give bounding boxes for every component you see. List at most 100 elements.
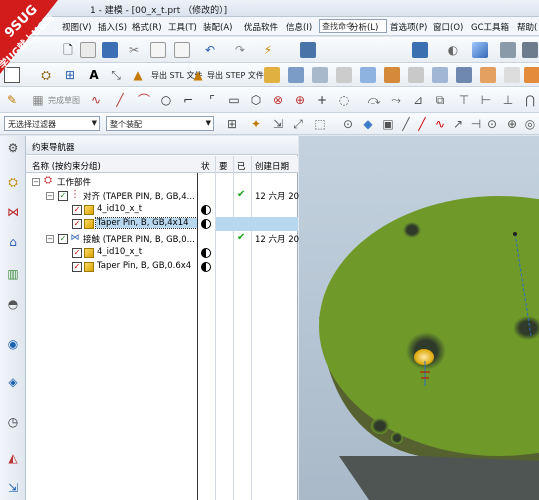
component-icon[interactable]: ⊞	[62, 67, 78, 83]
extend-icon[interactable]: ⤳	[388, 92, 404, 108]
tree-row-component[interactable]: ✓ 4_id10_x_t	[26, 203, 298, 217]
checkbox-checked-icon[interactable]: ✓	[72, 205, 82, 215]
clock-icon[interactable]: ◷	[5, 414, 21, 430]
measure-icon[interactable]: ⤡	[108, 67, 124, 83]
select-features-icon[interactable]: ✦	[248, 116, 264, 132]
column-name[interactable]: 名称 (按约束分组)	[32, 160, 101, 172]
paste-icon[interactable]	[174, 42, 190, 58]
menu-premium-software[interactable]: 优品软件	[244, 21, 278, 33]
sphere-icon[interactable]	[480, 67, 496, 83]
block-icon[interactable]	[408, 67, 424, 83]
color-icon[interactable]	[524, 67, 539, 83]
tree-row-component[interactable]: ✓ 4_id10_x_t	[26, 246, 298, 260]
layer-icon[interactable]	[500, 42, 516, 58]
checkbox-checked-icon[interactable]: ✓	[58, 191, 68, 201]
export-step-icon[interactable]: ▲	[190, 67, 206, 83]
rect-select-icon[interactable]: ⬚	[312, 116, 328, 132]
checkbox-checked-icon[interactable]: ✓	[58, 234, 68, 244]
collapse-icon[interactable]: −	[46, 235, 54, 243]
toolbar-options-icon[interactable]	[300, 42, 316, 58]
menu-analysis[interactable]: 分析(L)	[350, 21, 378, 33]
book-icon[interactable]	[264, 67, 280, 83]
dimension-icon[interactable]: ⊢	[478, 92, 494, 108]
collapse-icon[interactable]: −	[46, 192, 54, 200]
chamfer-icon[interactable]: ⌜	[204, 92, 220, 108]
constraint-navigator-icon[interactable]: ⋈	[5, 204, 21, 220]
project-icon[interactable]: ⊥	[500, 92, 516, 108]
curve-select-icon[interactable]: ╱	[414, 116, 430, 132]
settings-icon[interactable]: ⚙	[5, 140, 21, 156]
menu-tools[interactable]: 工具(T)	[168, 21, 197, 33]
ellipse-icon[interactable]: ⊗	[270, 92, 286, 108]
redo-icon[interactable]: ↷	[232, 42, 248, 58]
shade-icon[interactable]: ◐	[445, 42, 461, 58]
line-icon[interactable]: ╱	[112, 92, 128, 108]
roles-icon[interactable]: ⇲	[5, 480, 21, 496]
menu-preferences-visible[interactable]: 首选项(P)	[390, 21, 427, 33]
face-icon[interactable]: ▣	[380, 116, 396, 132]
tree-row-align-constraint[interactable]: − ✓ ⋮ 对齐 (TAPER PIN, B, GB,4... ✔ 12 六月 …	[26, 189, 299, 203]
assembly-icon[interactable]: ⛭	[38, 67, 54, 83]
polygon-icon[interactable]: ⬡	[248, 92, 264, 108]
checkbox-checked-icon[interactable]: ✓	[72, 248, 82, 258]
new-file-icon[interactable]: 🗋	[60, 42, 76, 58]
menu-help[interactable]: 帮助(	[517, 21, 537, 33]
sheet-icon[interactable]	[336, 67, 352, 83]
extrude-icon[interactable]	[432, 67, 448, 83]
grid-icon[interactable]	[384, 67, 400, 83]
rectangle-icon[interactable]: ▭	[226, 92, 242, 108]
surface-icon[interactable]	[288, 67, 304, 83]
snap-center-icon[interactable]: ⊙	[484, 116, 500, 132]
tree-row-touch-constraint[interactable]: − ✓ ⋈ 接触 (TAPER PIN, B, GB,0... ✔ 12 六月 …	[26, 232, 299, 246]
export-step-button[interactable]: 导出 STEP 文件	[207, 70, 264, 81]
column-state[interactable]: 状	[201, 160, 210, 172]
hd3d-icon[interactable]: ◓	[5, 296, 21, 312]
assembly-scope-dropdown[interactable]: 整个装配 ▼	[106, 116, 214, 131]
save-icon[interactable]	[102, 42, 118, 58]
menu-window[interactable]: 窗口(O)	[433, 21, 463, 33]
plus-icon[interactable]: +	[314, 92, 330, 108]
column-created[interactable]: 创建日期	[255, 160, 289, 172]
menu-view[interactable]: 视图(V)	[62, 21, 91, 33]
web-browser-icon[interactable]: ◉	[5, 336, 21, 352]
arc-icon[interactable]: ⌒	[136, 92, 152, 108]
column-required[interactable]: 要	[219, 160, 228, 172]
snap-end-icon[interactable]: ↗	[450, 116, 466, 132]
checkbox-checked-icon[interactable]: ✓	[72, 262, 82, 272]
text-icon[interactable]: A	[86, 67, 102, 83]
copy-icon[interactable]	[150, 42, 166, 58]
circle-icon[interactable]: ○	[158, 92, 174, 108]
intersect-icon[interactable]: ⋂	[522, 92, 538, 108]
edge-icon[interactable]: ╱	[398, 116, 414, 132]
pattern-icon[interactable]	[504, 67, 520, 83]
undo-icon[interactable]: ↶	[202, 42, 218, 58]
filter-icon[interactable]: ⊙	[340, 116, 356, 132]
constraint-icon[interactable]: ⊤	[456, 92, 472, 108]
cut-icon[interactable]: ✂	[126, 42, 142, 58]
general-selection-icon[interactable]: ⊞	[224, 116, 240, 132]
menu-format[interactable]: 格式(R)	[132, 21, 162, 33]
tree-row-component[interactable]: ✓ Taper Pin, B, GB,0.6x4	[26, 260, 298, 274]
mesh-icon[interactable]	[360, 67, 376, 83]
view-cube-icon[interactable]	[472, 42, 488, 58]
graphics-viewport[interactable]	[299, 136, 539, 500]
reuse-library-icon[interactable]: ▥	[5, 266, 21, 282]
menu-gc-toolbox[interactable]: GC工具箱	[471, 21, 509, 33]
spline-icon[interactable]: ∿	[432, 116, 448, 132]
snap-mid-icon[interactable]: ⊣	[468, 116, 484, 132]
menu-assembly[interactable]: 装配(A)	[203, 21, 232, 33]
axis-end-point[interactable]	[513, 232, 517, 236]
solid-body-icon[interactable]: ◆	[360, 116, 376, 132]
command-finder-icon[interactable]: ⚡	[260, 42, 276, 58]
curve-icon[interactable]	[312, 67, 328, 83]
history-icon[interactable]: ◈	[5, 374, 21, 390]
snap-intersection-icon[interactable]: ⊕	[504, 116, 520, 132]
mirror-icon[interactable]: ⧉	[432, 92, 448, 108]
part-navigator-icon[interactable]: ⌂	[5, 234, 21, 250]
offset-icon[interactable]: ◌	[336, 92, 352, 108]
window-icon[interactable]	[412, 42, 428, 58]
collapse-icon[interactable]: −	[32, 178, 40, 186]
snap-icon[interactable]: ⇲	[270, 116, 286, 132]
menu-insert[interactable]: 插入(S)	[98, 21, 127, 33]
inside-region-icon[interactable]: ⤢	[290, 116, 306, 132]
